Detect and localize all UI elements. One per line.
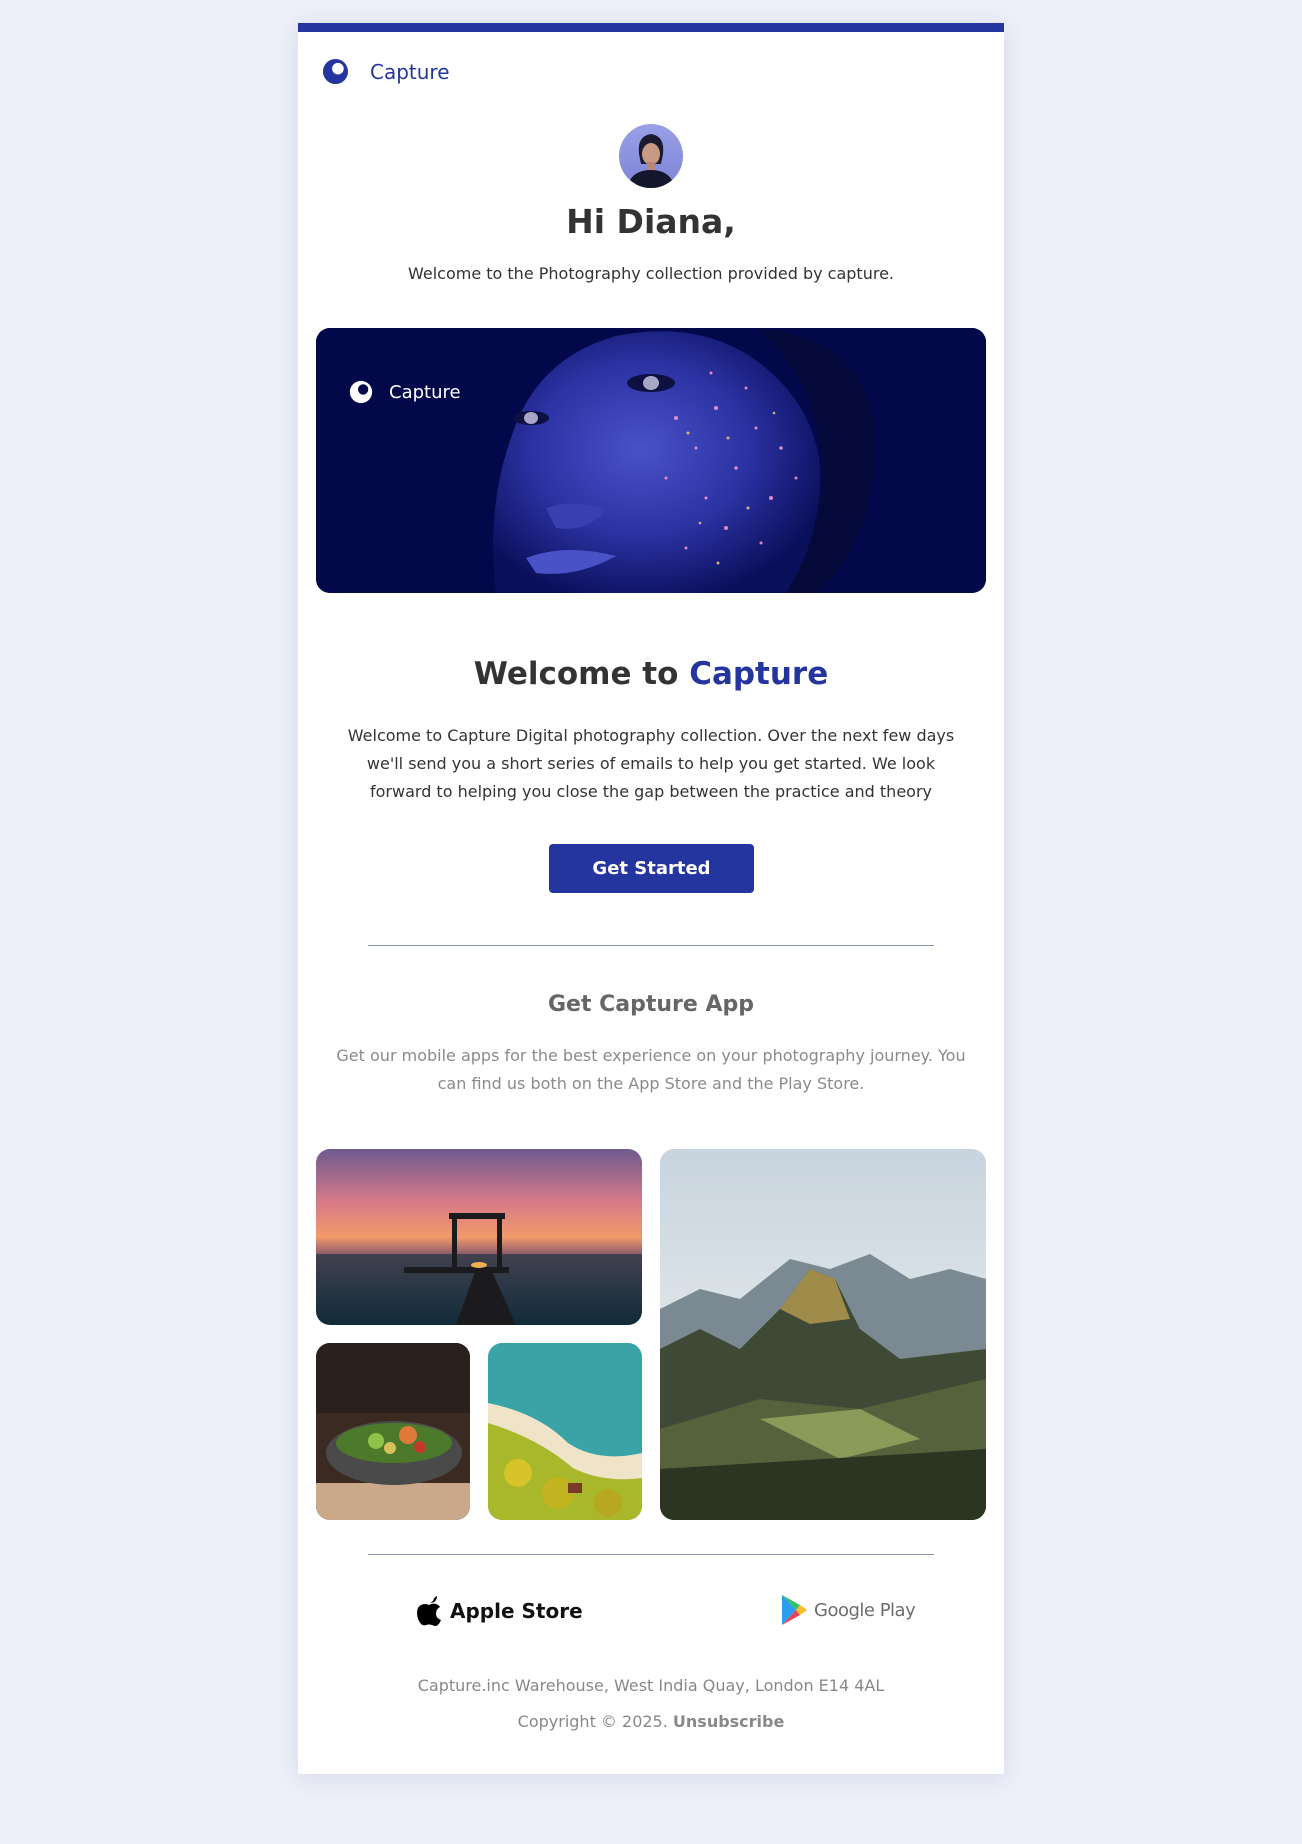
divider bbox=[368, 1554, 934, 1555]
apple-store-link[interactable]: Apple Store bbox=[416, 1596, 583, 1626]
google-play-link[interactable]: Google Play bbox=[780, 1594, 916, 1626]
email-card: Capture Hi Diana, Welcome to the Photogr… bbox=[298, 23, 1004, 1774]
photo-salad-bowl bbox=[316, 1343, 470, 1520]
header-brand[interactable]: Capture bbox=[322, 58, 450, 85]
photo-machu-picchu bbox=[660, 1149, 986, 1520]
avatar bbox=[619, 124, 683, 188]
hero-brand-name: Capture bbox=[389, 381, 461, 403]
hero-brand: Capture bbox=[349, 380, 461, 404]
apple-store-label: Apple Store bbox=[450, 1599, 583, 1623]
app-section-text: Get our mobile apps for the best experie… bbox=[336, 1046, 966, 1093]
footer-copyright: Copyright © 2025. Unsubscribe bbox=[298, 1712, 1004, 1731]
unsubscribe-link[interactable]: Unsubscribe bbox=[673, 1712, 784, 1731]
hero-image bbox=[316, 328, 986, 593]
brand-logo-icon bbox=[349, 380, 373, 404]
divider bbox=[368, 945, 934, 946]
welcome-heading: Welcome to Capture bbox=[298, 656, 1004, 692]
copyright-text: Copyright © 2025. bbox=[517, 1712, 668, 1731]
brand-logo-icon bbox=[322, 58, 349, 85]
brand-name: Capture bbox=[370, 59, 450, 84]
google-play-icon bbox=[782, 1595, 807, 1625]
apple-icon bbox=[417, 1596, 441, 1626]
greeting-subtitle: Welcome to the Photography collection pr… bbox=[407, 264, 894, 283]
photo-aerial-beach bbox=[488, 1343, 642, 1520]
welcome-accent: Capture bbox=[689, 656, 829, 692]
photo-sunset-pier bbox=[316, 1149, 642, 1325]
welcome-body: Welcome to Capture Digital photography c… bbox=[347, 726, 955, 801]
greeting-title: Hi Diana, bbox=[566, 202, 736, 241]
app-section-title: Get Capture App bbox=[547, 992, 755, 1017]
hero-banner[interactable]: Capture bbox=[316, 328, 986, 593]
footer-address: Capture.inc Warehouse, West India Quay, … bbox=[417, 1676, 885, 1695]
welcome-prefix: Welcome to bbox=[473, 656, 690, 692]
google-play-label: Google Play bbox=[814, 1599, 916, 1621]
get-started-button[interactable]: Get Started bbox=[549, 844, 754, 893]
